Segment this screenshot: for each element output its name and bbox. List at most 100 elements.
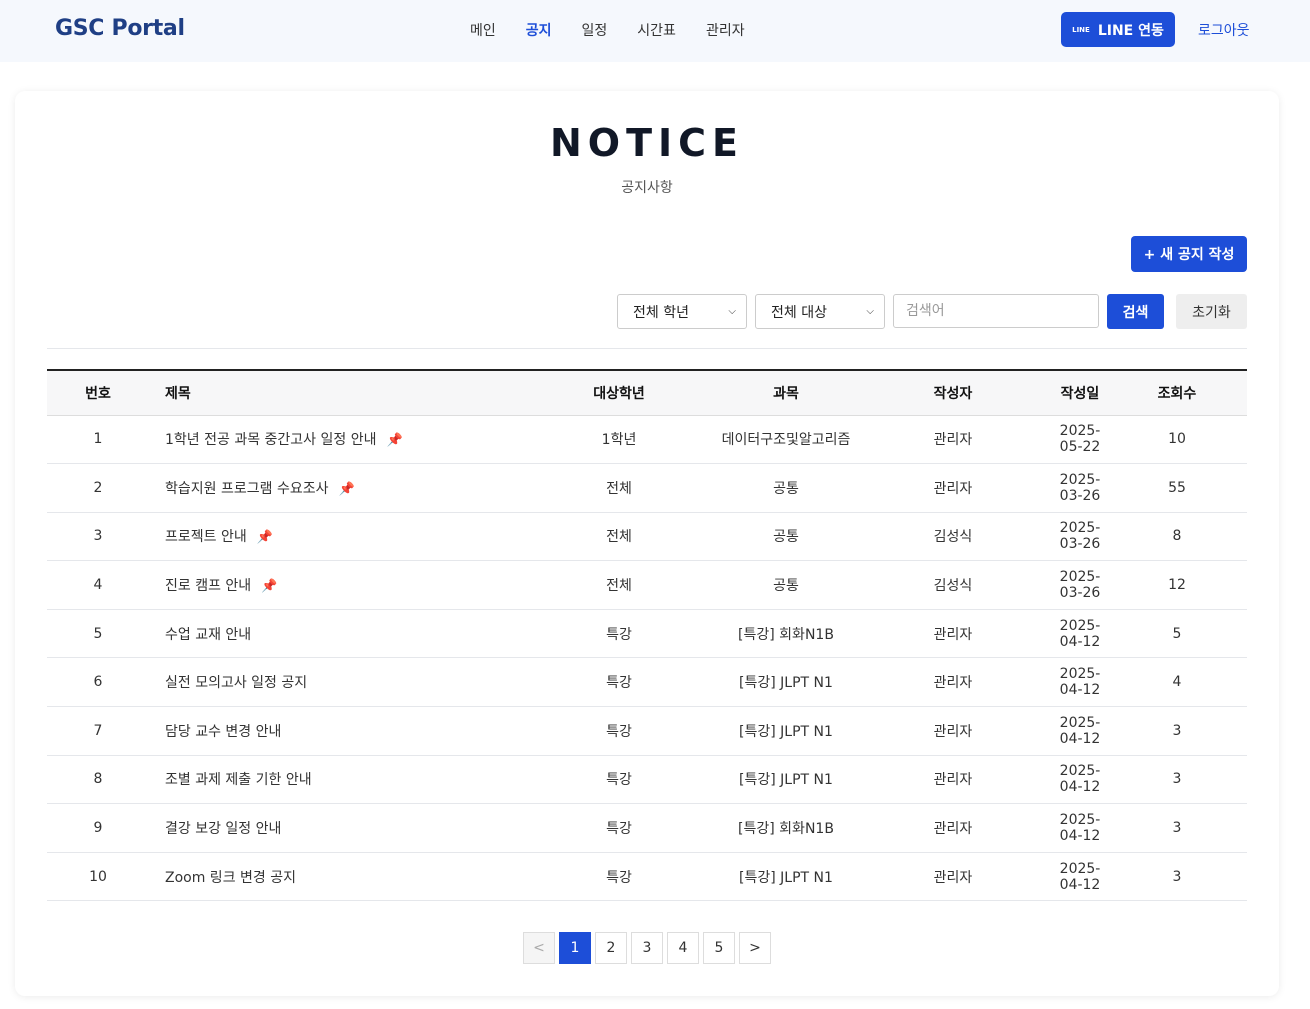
- cell-views-text: 12: [1168, 577, 1186, 594]
- brand-logo[interactable]: GSC Portal: [55, 16, 185, 41]
- cell-views: 3: [1107, 706, 1247, 756]
- prev-page-button[interactable]: <: [523, 932, 555, 964]
- logout-link[interactable]: 로그아웃: [1198, 20, 1250, 40]
- cell-grade: 특강: [519, 706, 719, 756]
- cell-date-text: 2025-04-12: [1059, 812, 1101, 845]
- cell-author-text: 관리자: [933, 480, 973, 497]
- cell-subject: 데이터구조및알고리즘: [719, 415, 853, 465]
- cell-title-text: 수업 교재 안내: [165, 626, 252, 643]
- cell-number: 4: [47, 560, 149, 610]
- cell-author-text: 관리자: [933, 432, 973, 449]
- cell-number: 3: [47, 512, 149, 562]
- table-row[interactable]: 3 프로젝트 안내 📌 전체 공통 김성식 2025-03-26 8: [47, 512, 1247, 562]
- top-navbar: GSC Portal 메인 공지 일정 시간표 관리자 LINE LINE 연동…: [0, 0, 1310, 62]
- table-row[interactable]: 6 실전 모의고사 일정 공지 특강 [특강] JLPT N1 관리자 2025-04-1…: [47, 657, 1247, 708]
- column-header-grade: 대상학년: [519, 370, 719, 416]
- new-notice-button[interactable]: + 새 공지 작성: [1131, 236, 1247, 272]
- nav-item-main[interactable]: 메인: [470, 20, 496, 40]
- cell-title[interactable]: 수업 교재 안내: [149, 609, 519, 659]
- cell-title[interactable]: 프로젝트 안내 📌: [149, 512, 519, 562]
- target-select[interactable]: 전체 대상 ⌵: [755, 294, 885, 329]
- cell-grade-text: 특강: [606, 821, 632, 838]
- cell-author: 관리자: [853, 609, 1053, 659]
- cell-subject-text: 공통: [773, 578, 799, 595]
- cell-date: 2025-03-26: [1053, 560, 1107, 610]
- cell-number: 1: [47, 415, 149, 465]
- cell-author-text: 관리자: [933, 772, 973, 789]
- nav-item-notice[interactable]: 공지: [526, 20, 552, 40]
- search-button[interactable]: 검색: [1107, 294, 1164, 329]
- search-input[interactable]: [893, 294, 1099, 328]
- cell-subject-text: [특강] JLPT N1: [739, 772, 833, 789]
- cell-title[interactable]: 결강 보강 일정 안내: [149, 803, 519, 853]
- next-page-button[interactable]: >: [739, 932, 771, 964]
- line-connect-button[interactable]: LINE LINE 연동: [1061, 12, 1175, 47]
- page-button-3[interactable]: 3: [631, 932, 663, 964]
- table-row[interactable]: 5 수업 교재 안내 특강 [특강] 회화N1B 관리자 2025-04-12 5: [47, 609, 1247, 659]
- cell-views-text: 5: [1172, 625, 1182, 642]
- cell-subject: [특강] JLPT N1: [719, 852, 853, 902]
- cell-subject: [특강] JLPT N1: [719, 706, 853, 756]
- cell-date-text: 2025-04-12: [1059, 763, 1101, 796]
- cell-views-text: 55: [1168, 479, 1186, 496]
- cell-number: 9: [47, 803, 149, 853]
- table-row[interactable]: 1 1학년 전공 과목 중간고사 일정 안내 📌 1학년 데이터구조및알고리즘 관리자 20…: [47, 415, 1247, 465]
- cell-title-text: 진로 캠프 안내: [165, 578, 252, 595]
- cell-author: 관리자: [853, 657, 1053, 708]
- page-button-4[interactable]: 4: [667, 932, 699, 964]
- cell-views-text: 8: [1172, 528, 1182, 545]
- cell-date: 2025-04-12: [1053, 852, 1107, 902]
- cell-author: 김성식: [853, 560, 1053, 610]
- cell-date: 2025-04-12: [1053, 706, 1107, 756]
- cell-grade: 특강: [519, 755, 719, 805]
- cell-author: 관리자: [853, 803, 1053, 853]
- cell-views: 5: [1107, 609, 1247, 659]
- grade-select-value: 전체 학년: [633, 304, 689, 321]
- cell-title-text: 담당 교수 변경 안내: [165, 723, 282, 740]
- cell-grade: 특강: [519, 609, 719, 659]
- cell-date: 2025-05-22: [1053, 415, 1107, 465]
- page-button-1[interactable]: 1: [559, 932, 591, 964]
- cell-views-text: 10: [1168, 431, 1186, 448]
- cell-number-text: 9: [93, 820, 103, 837]
- cell-number-text: 3: [93, 528, 103, 545]
- cell-grade: 특강: [519, 803, 719, 853]
- cell-author-text: 김성식: [933, 529, 973, 546]
- nav-item-timetable[interactable]: 시간표: [637, 20, 676, 40]
- table-row[interactable]: 4 진로 캠프 안내 📌 전체 공통 김성식 2025-03-26 12: [47, 560, 1247, 610]
- cell-date: 2025-04-12: [1053, 609, 1107, 659]
- cell-author: 관리자: [853, 415, 1053, 465]
- cell-number: 7: [47, 706, 149, 756]
- page-button-2[interactable]: 2: [595, 932, 627, 964]
- cell-title[interactable]: 담당 교수 변경 안내: [149, 706, 519, 756]
- cell-number-text: 5: [93, 625, 103, 642]
- cell-author-text: 관리자: [933, 675, 973, 692]
- cell-date-text: 2025-03-26: [1059, 569, 1101, 602]
- cell-title[interactable]: 실전 모의고사 일정 공지: [149, 657, 519, 708]
- grade-select[interactable]: 전체 학년 ⌵: [617, 294, 747, 329]
- cell-grade: 1학년: [519, 415, 719, 465]
- cell-views: 3: [1107, 852, 1247, 902]
- table-row[interactable]: 2 학습지원 프로그램 수요조사 📌 전체 공통 관리자 2025-03-26 55: [47, 463, 1247, 513]
- cell-title[interactable]: Zoom 링크 변경 공지: [149, 852, 519, 902]
- pagination: < 1 2 3 4 5 >: [523, 932, 771, 964]
- cell-title[interactable]: 조별 과제 제출 기한 안내: [149, 755, 519, 805]
- cell-title[interactable]: 진로 캠프 안내 📌: [149, 560, 519, 610]
- page-button-5[interactable]: 5: [703, 932, 735, 964]
- column-header-subject: 과목: [719, 370, 853, 416]
- nav-item-schedule[interactable]: 일정: [582, 20, 608, 40]
- nav-item-admin[interactable]: 관리자: [706, 20, 745, 40]
- cell-subject-text: 공통: [773, 529, 799, 546]
- cell-grade-text: 1학년: [601, 432, 637, 449]
- table-row[interactable]: 7 담당 교수 변경 안내 특강 [특강] JLPT N1 관리자 2025-04-12 3: [47, 706, 1247, 756]
- table-row[interactable]: 9 결강 보강 일정 안내 특강 [특강] 회화N1B 관리자 2025-04-12 3: [47, 803, 1247, 853]
- cell-subject-text: [특강] 회화N1B: [738, 626, 834, 643]
- cell-number: 10: [47, 852, 149, 902]
- reset-button[interactable]: 초기화: [1176, 294, 1247, 329]
- table-row[interactable]: 10 Zoom 링크 변경 공지 특강 [특강] JLPT N1 관리자 2025-04-…: [47, 852, 1247, 902]
- table-row[interactable]: 8 조별 과제 제출 기한 안내 특강 [특강] JLPT N1 관리자 2025-04-…: [47, 755, 1247, 805]
- cell-author: 관리자: [853, 852, 1053, 902]
- cell-title[interactable]: 1학년 전공 과목 중간고사 일정 안내 📌: [149, 415, 519, 465]
- cell-title[interactable]: 학습지원 프로그램 수요조사 📌: [149, 463, 519, 513]
- cell-views: 10: [1107, 415, 1247, 465]
